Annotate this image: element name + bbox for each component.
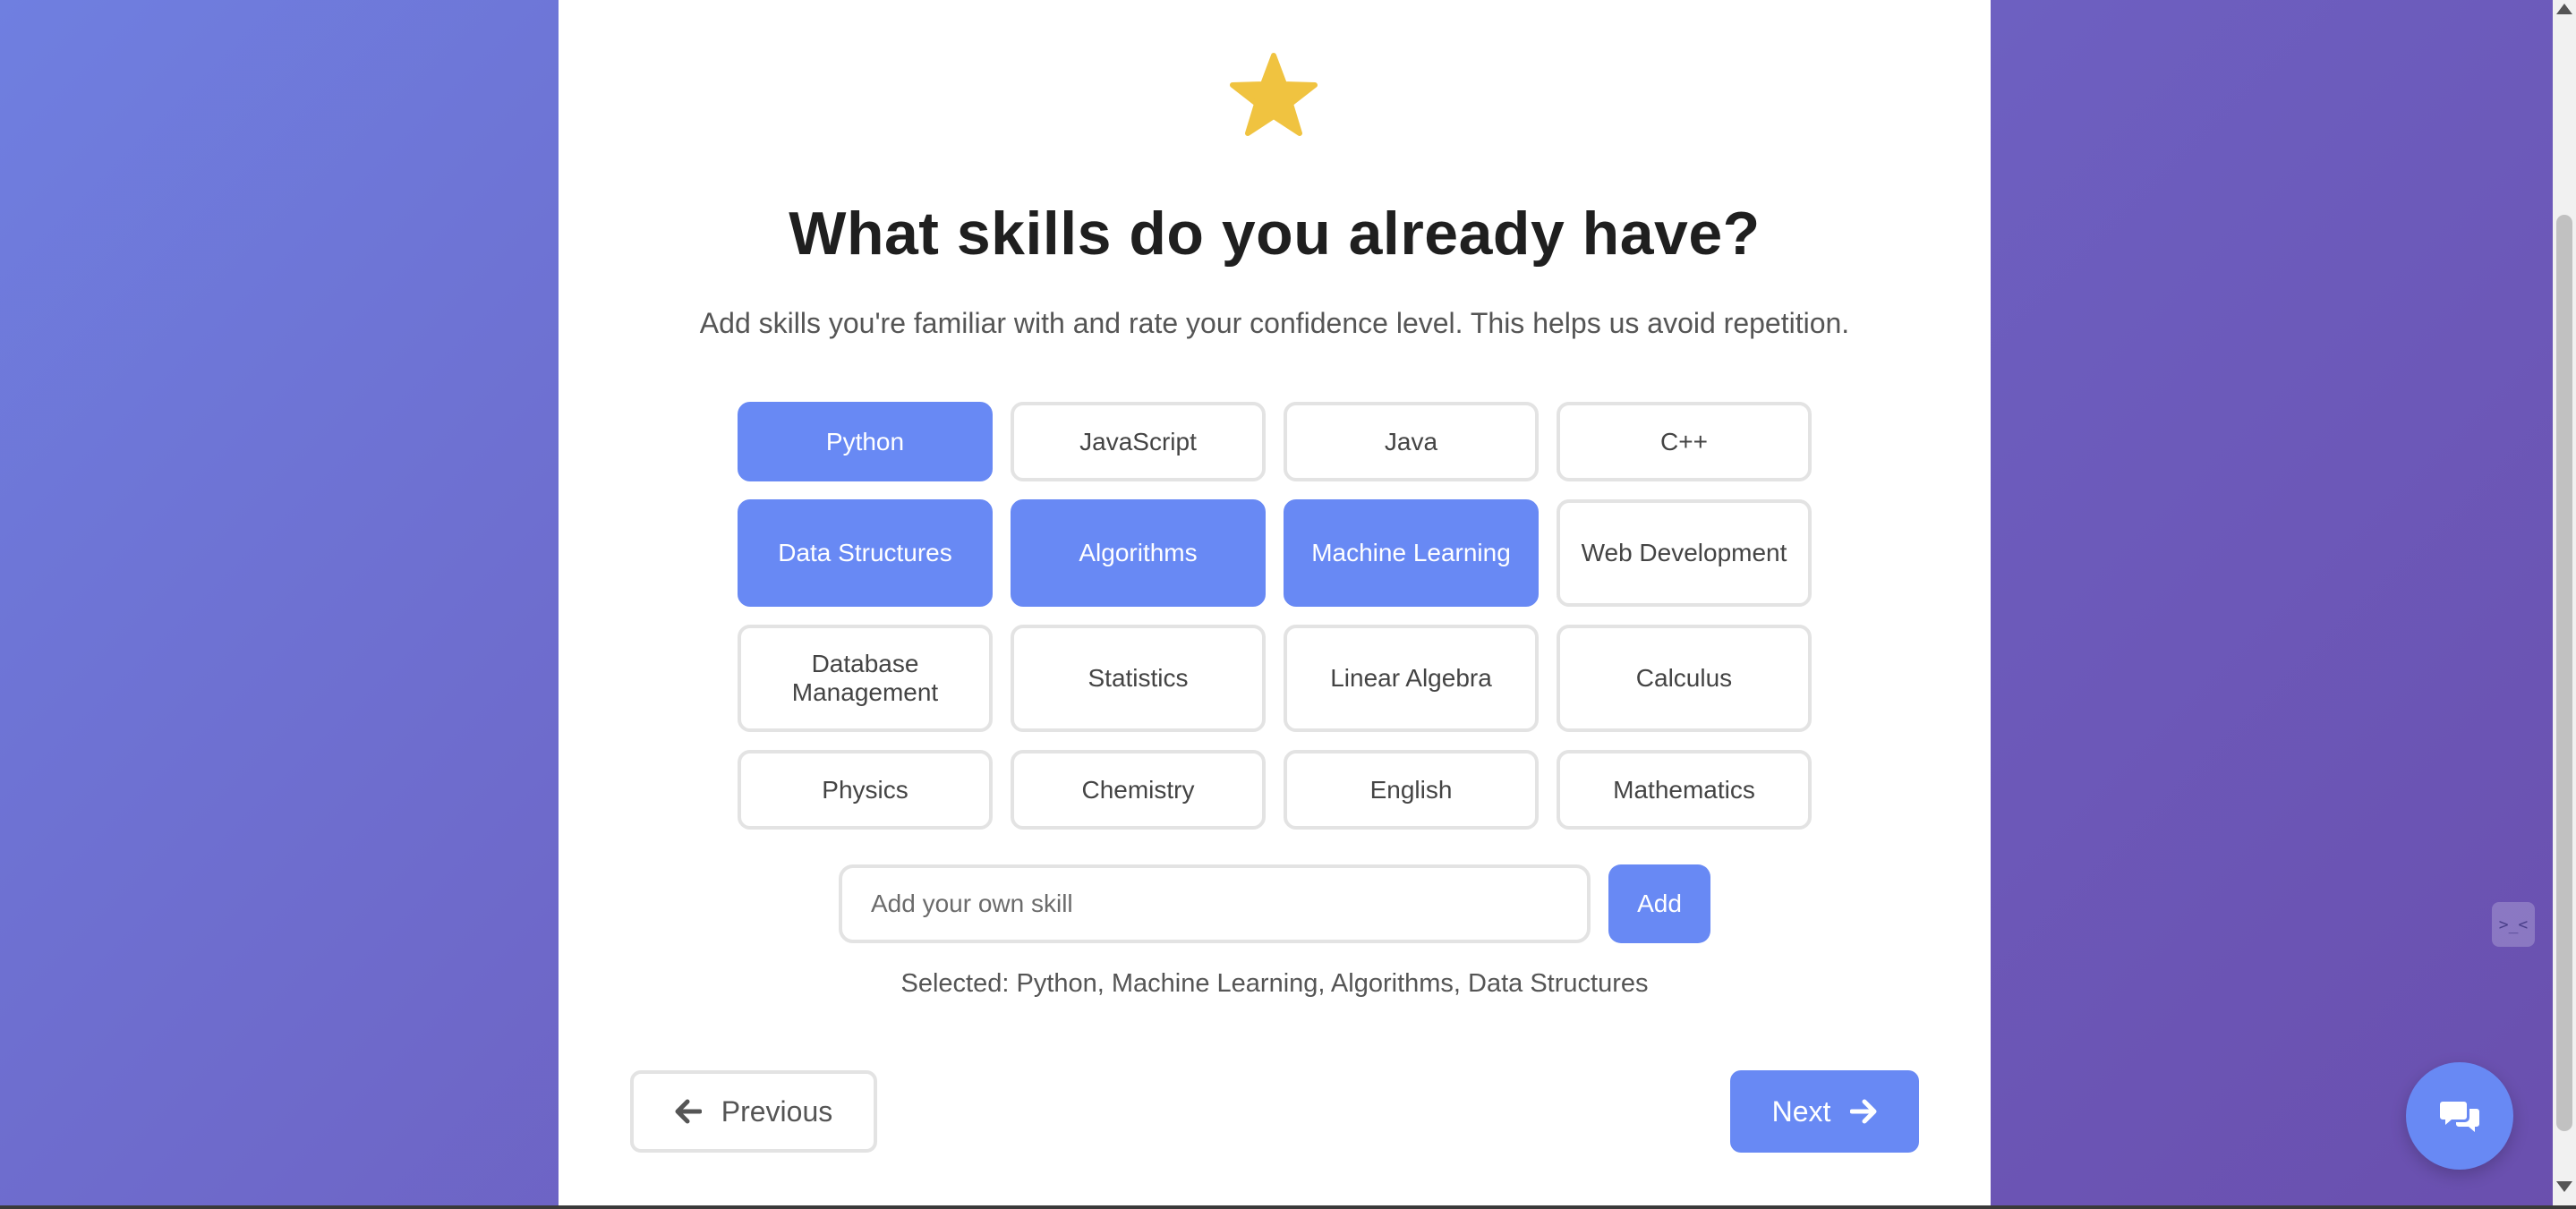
star-icon [1230, 53, 1318, 136]
page-subtitle: Add skills you're familiar with and rate… [699, 307, 1850, 339]
skill-chip-physics[interactable]: Physics [738, 750, 993, 830]
skill-chip-linear-algebra[interactable]: Linear Algebra [1284, 625, 1539, 732]
next-label: Next [1771, 1094, 1831, 1128]
scrollbar-thumb[interactable] [2556, 215, 2572, 1131]
skill-chip-python[interactable]: Python [738, 402, 993, 481]
chat-button[interactable] [2406, 1062, 2513, 1170]
skills-grid: Python JavaScript Java C++ Data Structur… [738, 402, 1812, 830]
skill-chip-web-development[interactable]: Web Development [1557, 499, 1812, 607]
add-skill-button[interactable]: Add [1608, 864, 1710, 943]
skill-chip-java[interactable]: Java [1284, 402, 1539, 481]
scroll-up-arrow[interactable] [2556, 4, 2572, 14]
side-panel-toggle[interactable]: >_< [2492, 902, 2535, 947]
skill-chip-database-management[interactable]: Database Management [738, 625, 993, 732]
skill-chip-mathematics[interactable]: Mathematics [1557, 750, 1812, 830]
skill-chip-data-structures[interactable]: Data Structures [738, 499, 993, 607]
page-title: What skills do you already have? [789, 200, 1761, 268]
skill-chip-cpp[interactable]: C++ [1557, 402, 1812, 481]
skill-chip-statistics[interactable]: Statistics [1011, 625, 1266, 732]
scroll-down-arrow[interactable] [2556, 1181, 2572, 1192]
bottom-edge [0, 1205, 2576, 1209]
next-button[interactable]: Next [1730, 1070, 1919, 1153]
skill-chip-chemistry[interactable]: Chemistry [1011, 750, 1266, 830]
chat-bubbles-icon [2440, 1102, 2479, 1132]
skill-chip-algorithms[interactable]: Algorithms [1011, 499, 1266, 607]
skill-chip-calculus[interactable]: Calculus [1557, 625, 1812, 732]
skill-chip-machine-learning[interactable]: Machine Learning [1284, 499, 1539, 607]
previous-label: Previous [721, 1094, 833, 1128]
skill-chip-javascript[interactable]: JavaScript [1011, 402, 1266, 481]
skill-chip-english[interactable]: English [1284, 750, 1539, 830]
selected-skills-summary: Selected: Python, Machine Learning, Algo… [900, 969, 1649, 998]
arrow-left-icon [675, 1099, 702, 1124]
custom-skill-input[interactable] [839, 864, 1591, 943]
previous-button[interactable]: Previous [630, 1070, 877, 1153]
arrow-right-icon [1850, 1099, 1877, 1124]
